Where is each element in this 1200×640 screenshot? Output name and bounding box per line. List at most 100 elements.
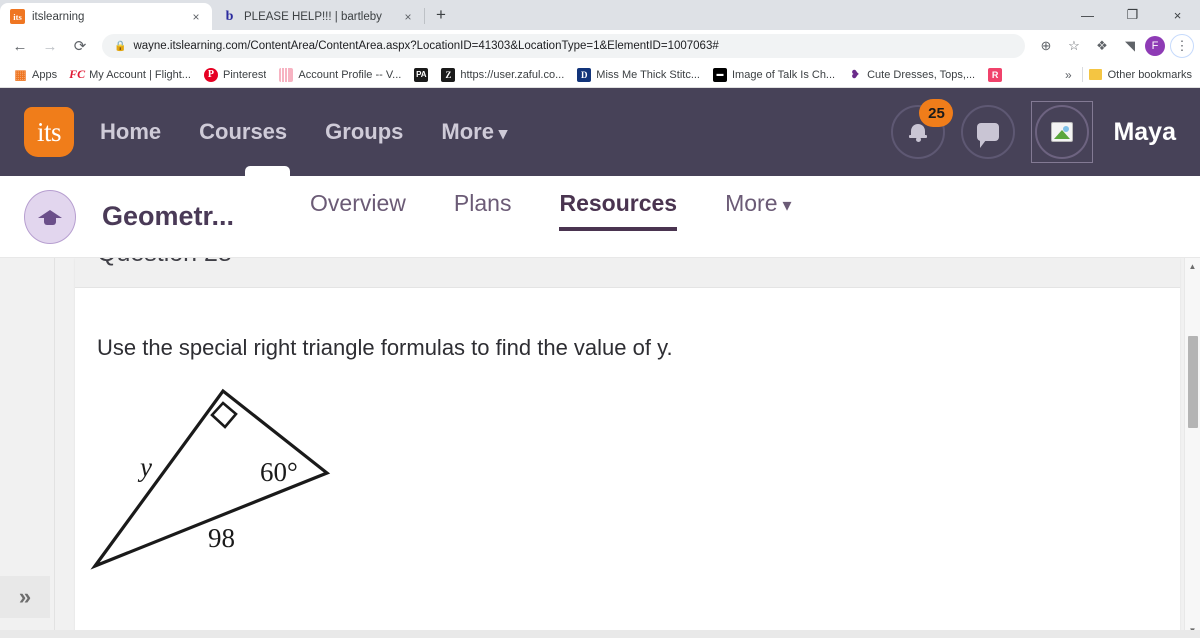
tab-more[interactable]: More	[725, 190, 791, 243]
zoom-icon[interactable]: ⊕	[1033, 33, 1059, 59]
header-right-actions: 25 Maya	[891, 99, 1176, 163]
bookmark-pa[interactable]: PA	[409, 66, 433, 84]
question-number-label: Question 28	[97, 258, 232, 268]
course-navigation-bar: Geometr... Overview Plans Resources More	[0, 176, 1200, 258]
tab-close-icon[interactable]: ×	[188, 9, 204, 25]
bookmark-pinterest[interactable]: P Pinterest	[199, 66, 271, 84]
bookmark-cute-dresses[interactable]: ❥ Cute Dresses, Tops,...	[843, 66, 980, 84]
bookmark-label: Account Profile -- V...	[298, 68, 402, 81]
bookmarks-overflow: » Other bookmarks	[1061, 67, 1192, 82]
browser-tab-strip: its itslearning × b PLEASE HELP!!! | bar…	[0, 0, 1200, 30]
bottom-strip	[0, 630, 1200, 638]
heart-icon: ❥	[850, 69, 860, 81]
flightclub-icon: FC	[69, 67, 86, 81]
cast-icon[interactable]: ◥	[1117, 33, 1143, 59]
bartleby-favicon-icon: b	[225, 8, 234, 24]
other-bookmarks-label[interactable]: Other bookmarks	[1108, 69, 1192, 81]
bookmark-zaful[interactable]: Z https://user.zaful.co...	[436, 66, 569, 84]
chat-bubble-icon	[977, 123, 1000, 148]
bookmark-talk-is-cheap[interactable]: ▬ Image of Talk Is Ch...	[708, 66, 840, 84]
bookmark-divider	[1081, 67, 1083, 82]
close-window-icon[interactable]: ×	[1155, 0, 1200, 30]
tab-plans[interactable]: Plans	[454, 190, 512, 243]
tab-close-icon[interactable]: ×	[400, 9, 416, 25]
tab-separator	[424, 8, 425, 24]
window-controls: — ❐ ×	[1065, 0, 1200, 30]
bookmark-label: Cute Dresses, Tops,...	[867, 68, 976, 81]
bookmark-label: My Account | Flight...	[89, 68, 191, 81]
its-favicon-icon: its	[10, 9, 25, 24]
striped-icon	[279, 67, 294, 82]
bookmark-label: Miss Me Thick Stitc...	[596, 68, 700, 81]
question-text: Use the special right triangle formulas …	[97, 335, 673, 360]
page-scrollbar[interactable]: ▲ ▼	[1184, 258, 1200, 638]
bookmark-label: Apps	[32, 68, 58, 81]
course-icon-circle[interactable]	[24, 189, 76, 244]
user-name-label[interactable]: Maya	[1113, 118, 1176, 147]
bookmark-account-profile[interactable]: Account Profile -- V...	[274, 66, 406, 84]
user-avatar[interactable]	[1031, 101, 1094, 163]
label-side-y: y	[137, 452, 152, 482]
tab-title: PLEASE HELP!!! | bartleby	[244, 10, 382, 23]
chrome-menu-icon[interactable]: ⋮	[1170, 34, 1194, 58]
zaful-icon: Z	[441, 67, 456, 82]
nav-item-courses[interactable]: Courses	[199, 119, 287, 145]
triangle-figure: y 98 60°	[75, 363, 1180, 601]
folder-icon	[1088, 69, 1102, 80]
pinterest-icon: P	[203, 67, 218, 82]
messages-button[interactable]	[961, 105, 1016, 159]
tab-title: itslearning	[32, 10, 85, 23]
minimize-icon[interactable]: —	[1065, 0, 1110, 30]
bookmark-flightclub[interactable]: FC My Account | Flight...	[65, 66, 196, 84]
address-bar[interactable]: 🔒 wayne.itslearning.com/ContentArea/Cont…	[102, 34, 1025, 58]
bookmark-label: Pinterest	[222, 68, 267, 81]
bell-icon	[909, 122, 928, 142]
r-icon: R	[988, 67, 1003, 82]
browser-tab-1[interactable]: b PLEASE HELP!!! | bartleby ×	[212, 3, 424, 30]
notifications-button[interactable]: 25	[891, 99, 954, 159]
tab-overview[interactable]: Overview	[310, 190, 406, 243]
browser-tab-0[interactable]: its itslearning ×	[0, 3, 212, 30]
new-tab-button[interactable]: +	[427, 1, 455, 29]
nav-item-home[interactable]: Home	[100, 119, 161, 145]
tab-resources[interactable]: Resources	[559, 190, 677, 243]
apps-grid-icon: ▦	[14, 66, 26, 82]
browser-profile-avatar[interactable]: F	[1145, 36, 1165, 56]
bookmark-label: https://user.zaful.co...	[460, 68, 565, 81]
broken-image-icon	[1051, 122, 1074, 142]
nav-item-groups[interactable]: Groups	[325, 119, 403, 145]
bookmark-r[interactable]: R	[983, 66, 1007, 84]
denim-icon: D	[577, 67, 592, 82]
question-card: Question 28 Use the special right triang…	[75, 258, 1180, 638]
nav-item-more[interactable]: More	[441, 119, 507, 145]
bookmark-star-icon[interactable]: ☆	[1061, 33, 1087, 59]
browser-toolbar: ← → ⟳ 🔒 wayne.itslearning.com/ContentAre…	[0, 30, 1200, 62]
pa-icon: PA	[414, 67, 429, 82]
expand-rail-button[interactable]: »	[0, 576, 50, 618]
bookmarks-bar: ▦ Apps FC My Account | Flight... P Pinte…	[0, 62, 1200, 88]
scrollbar-thumb[interactable]	[1188, 336, 1198, 428]
back-icon[interactable]: ←	[6, 32, 34, 60]
content-column: Question 28 Use the special right triang…	[55, 258, 1200, 638]
reload-icon[interactable]: ⟳	[66, 32, 94, 60]
label-side-base: 98	[208, 523, 235, 553]
bookmark-label: Image of Talk Is Ch...	[731, 68, 836, 81]
bookmarks-overflow-icon[interactable]: »	[1061, 68, 1076, 82]
bookmark-apps[interactable]: ▦ Apps	[8, 66, 62, 84]
address-bar-url: wayne.itslearning.com/ContentArea/Conten…	[133, 40, 719, 52]
active-section-notch	[245, 166, 290, 176]
notification-count-badge: 25	[919, 99, 954, 127]
question-card-header: Question 28	[75, 258, 1180, 288]
left-rail: »	[0, 258, 55, 638]
bookmark-miss-me[interactable]: D Miss Me Thick Stitc...	[572, 66, 705, 84]
page-body: » Question 28 Use the special right tria…	[0, 258, 1200, 638]
restore-icon[interactable]: ❐	[1110, 0, 1155, 30]
extensions-puzzle-icon[interactable]: ❖	[1089, 33, 1115, 59]
scroll-up-icon[interactable]: ▲	[1185, 258, 1200, 274]
itslearning-logo[interactable]: its	[24, 107, 74, 157]
forward-icon[interactable]: →	[36, 32, 64, 60]
itslearning-header: its Home Courses Groups More 25 Maya	[0, 88, 1200, 176]
graduation-cap-icon	[38, 208, 62, 226]
course-title[interactable]: Geometr...	[102, 201, 234, 232]
label-angle: 60°	[260, 457, 298, 487]
